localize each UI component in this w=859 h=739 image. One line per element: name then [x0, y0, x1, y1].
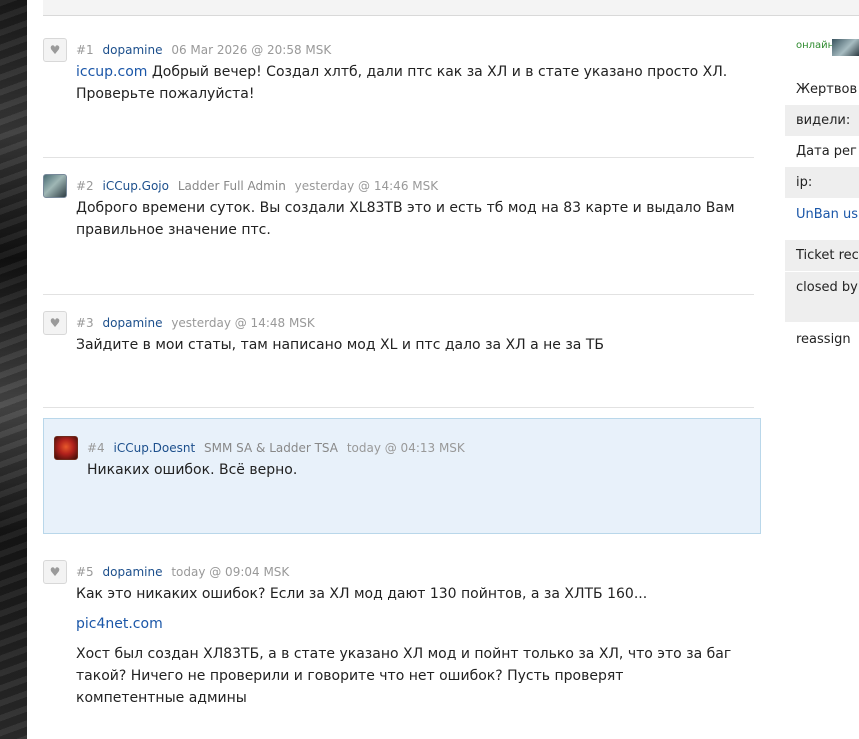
post-author-link[interactable]: dopamine [103, 43, 163, 57]
post-date: 06 Mar 2026 @ 20:58 MSK [171, 43, 332, 57]
post-header: #3 dopamine yesterday @ 14:48 MSK [76, 316, 315, 330]
left-background-art [0, 0, 27, 739]
sidebar-row-reassign[interactable]: reassign [785, 324, 859, 355]
post-number[interactable]: #1 [76, 43, 94, 57]
post-2: #2 iCCup.Gojo Ladder Full Admin yesterda… [43, 174, 754, 284]
post-text: Хост был создан ХЛ83ТБ, а в стате указан… [76, 646, 732, 706]
user-rank: SMM SA & Ladder TSA [204, 441, 338, 455]
post-header: #2 iCCup.Gojo Ladder Full Admin yesterda… [76, 179, 438, 193]
post-body: Как это никаких ошибок? Если за ХЛ мод д… [76, 583, 736, 717]
post-author-link[interactable]: iCCup.Gojo [103, 179, 169, 193]
post-date: today @ 04:13 MSK [346, 441, 465, 455]
post-text: Как это никаких ошибок? Если за ХЛ мод д… [76, 586, 648, 602]
post-body: Никаких ошибок. Всё верно. [87, 459, 747, 481]
post-text: Зайдите в мои статы, там написано мод XL… [76, 337, 604, 353]
post-3: ♥ #3 dopamine yesterday @ 14:48 MSK Зайд… [43, 311, 754, 401]
post-author-link[interactable]: iCCup.Doesnt [114, 441, 196, 455]
sidebar-row-closed-by: closed by [785, 272, 859, 322]
post-number[interactable]: #3 [76, 316, 94, 330]
post-number[interactable]: #5 [76, 565, 94, 579]
sidebar-row-reg-date: Дата рег [796, 144, 857, 159]
post-4: #4 iCCup.Doesnt SMM SA & Ladder TSA toda… [54, 436, 754, 516]
post-link[interactable]: pic4net.com [76, 616, 163, 632]
post-date: yesterday @ 14:46 MSK [294, 179, 439, 193]
post-author-link[interactable]: dopamine [103, 565, 163, 579]
post-date: today @ 09:04 MSK [171, 565, 290, 579]
post-body: Доброго времени суток. Вы создали XL83TB… [76, 197, 736, 241]
post-body: Зайдите в мои статы, там написано мод XL… [76, 334, 736, 356]
default-avatar-icon[interactable]: ♥ [43, 560, 67, 584]
ticket-sidebar: онлайн Жертвов видели: Дата рег ip: UnBa… [785, 16, 859, 739]
post-divider [43, 407, 754, 408]
sidebar-link-unban[interactable]: UnBan us [785, 199, 859, 230]
user-avatar-icon[interactable] [832, 39, 859, 56]
post-divider [43, 157, 754, 158]
post-link[interactable]: iccup.com [76, 64, 147, 80]
thread-header-bar [43, 0, 859, 16]
post-text: Добрый вечер! Создал хлтб, дали птс как … [76, 64, 728, 102]
post-date: yesterday @ 14:48 MSK [171, 316, 315, 330]
post-author-link[interactable]: dopamine [103, 316, 163, 330]
default-avatar-icon[interactable]: ♥ [43, 311, 67, 335]
user-rank: Ladder Full Admin [177, 179, 286, 193]
sidebar-row-ip: ip: [785, 167, 859, 198]
post-number[interactable]: #2 [76, 179, 94, 193]
post-header: #4 iCCup.Doesnt SMM SA & Ladder TSA toda… [87, 441, 465, 455]
post-body: iccup.com Добрый вечер! Создал хлтб, дал… [76, 61, 736, 105]
sidebar-row-seen: видели: [785, 105, 859, 136]
post-text: Никаких ошибок. Всё верно. [87, 462, 298, 478]
post-1: ♥ #1 dopamine 06 Mar 2026 @ 20:58 MSK ic… [43, 38, 754, 148]
default-avatar-icon[interactable]: ♥ [43, 38, 67, 62]
post-text: Доброго времени суток. Вы создали XL83TB… [76, 200, 735, 238]
sidebar-row-donations: Жертвов [796, 82, 858, 97]
post-header: #1 dopamine 06 Mar 2026 @ 20:58 MSK [76, 43, 331, 57]
post-5: ♥ #5 dopamine today @ 09:04 MSK Как это … [43, 560, 754, 706]
post-header: #5 dopamine today @ 09:04 MSK [76, 565, 289, 579]
sidebar-row-ticket: Ticket rec [785, 240, 859, 271]
online-status: онлайн [796, 40, 835, 51]
user-avatar-icon[interactable] [54, 436, 78, 460]
post-number[interactable]: #4 [87, 441, 105, 455]
user-avatar-icon[interactable] [43, 174, 67, 198]
post-divider [43, 294, 754, 295]
